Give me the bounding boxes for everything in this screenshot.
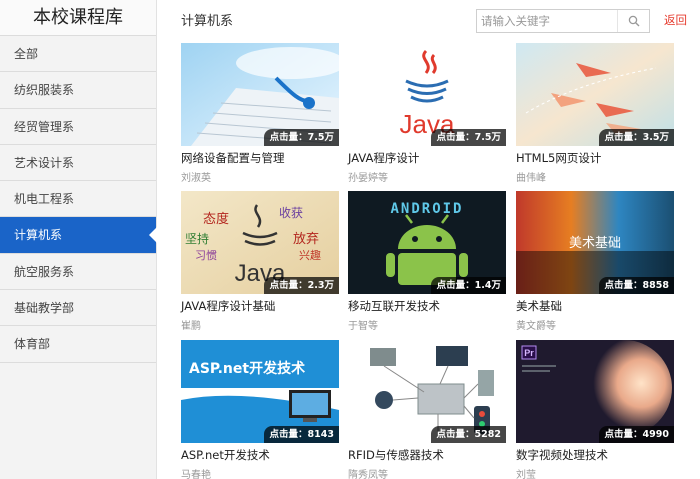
click-count: 点击量：5282: [430, 426, 506, 443]
course-thumbnail: 点击量：3.5万: [516, 43, 674, 146]
asp-banner-text: ASP.net开发技术: [189, 360, 305, 377]
page-title: 计算机系: [181, 14, 234, 29]
sidebar-item-all[interactable]: 全部: [0, 36, 156, 73]
course-card[interactable]: Pr 点击量：4990 数字视频处理技术 刘莹: [516, 340, 674, 479]
course-title[interactable]: 美术基础: [516, 298, 674, 314]
sidebar-item-economics[interactable]: 经贸管理系: [0, 109, 156, 145]
course-thumbnail: ANDROID 点击量：1.4万: [348, 191, 506, 294]
click-count: 点击量：7.5万: [263, 129, 339, 146]
java-word-1: 态度: [203, 211, 229, 227]
android-logo-text: ANDROID: [390, 201, 463, 217]
sidebar-item-sports[interactable]: 体育部: [0, 326, 156, 363]
course-author: 于智等: [348, 321, 378, 332]
course-author: 崔鹏: [181, 321, 201, 332]
sidebar-title: 本校课程库: [0, 0, 156, 36]
course-title[interactable]: HTML5网页设计: [516, 150, 674, 166]
course-thumbnail: Pr 点击量：4990: [516, 340, 674, 443]
course-thumbnail: 点击量：5282: [348, 340, 506, 443]
back-link[interactable]: 返回: [664, 12, 687, 28]
java-word-5: 习惯: [195, 248, 217, 262]
sidebar: 本校课程库 全部 纺织服装系 经贸管理系 艺术设计系 机电工程系 计算机系 航空…: [0, 0, 157, 479]
course-author: 孙晏婷等: [348, 173, 388, 184]
course-card[interactable]: 态度 收获 坚持 放弃 习惯 兴趣 Java 点击量：2.3万 JAVA程序设计…: [181, 191, 339, 332]
click-count: 点击量：2.3万: [263, 277, 339, 294]
course-card[interactable]: 点击量：3.5万 HTML5网页设计 曲伟峰: [516, 43, 674, 184]
sidebar-item-computer-science[interactable]: 计算机系: [0, 217, 157, 254]
course-title[interactable]: JAVA程序设计: [348, 150, 506, 166]
java-word-2: 收获: [279, 206, 303, 220]
course-thumbnail: 点击量：7.5万: [181, 43, 339, 146]
course-title[interactable]: JAVA程序设计基础: [181, 298, 339, 314]
course-thumbnail: Java 点击量：7.5万: [348, 43, 506, 146]
sidebar-item-basic-teaching[interactable]: 基础教学部: [0, 290, 156, 327]
click-count: 点击量：1.4万: [430, 277, 506, 294]
course-author: 刘淑英: [181, 173, 211, 184]
course-card[interactable]: ASP.net开发技术 点击量：8143 ASP.net开发技术 马春艳: [181, 340, 339, 479]
click-count: 点击量：7.5万: [430, 129, 506, 146]
sidebar-item-art-design[interactable]: 艺术设计系: [0, 145, 156, 182]
course-author: 马春艳: [181, 470, 211, 479]
course-title[interactable]: 移动互联开发技术: [348, 298, 506, 314]
click-count: 点击量：8858: [598, 277, 674, 294]
search-box: [476, 9, 650, 33]
course-thumbnail: ASP.net开发技术 点击量：8143: [181, 340, 339, 443]
course-thumbnail: 态度 收获 坚持 放弃 习惯 兴趣 Java 点击量：2.3万: [181, 191, 339, 294]
sidebar-item-textile[interactable]: 纺织服装系: [0, 72, 156, 109]
course-card[interactable]: Java 点击量：7.5万 JAVA程序设计 孙晏婷等: [348, 43, 506, 184]
java-word-6: 兴趣: [299, 248, 321, 262]
course-author: 隋秀凤等: [348, 470, 388, 479]
course-card[interactable]: 美术基础 点击量：8858 美术基础 黄文爵等: [516, 191, 674, 332]
click-count: 点击量：8143: [263, 426, 339, 443]
course-author: 黄文爵等: [516, 321, 556, 332]
search-icon: [628, 12, 640, 31]
course-card[interactable]: 点击量：7.5万 网络设备配置与管理 刘淑英: [181, 43, 339, 184]
search-button[interactable]: [617, 10, 649, 32]
course-card[interactable]: 点击量：5282 RFID与传感器技术 隋秀凤等: [348, 340, 506, 479]
sidebar-item-aviation[interactable]: 航空服务系: [0, 254, 156, 291]
java-word-4: 放弃: [293, 232, 319, 247]
click-count: 点击量：3.5万: [598, 129, 674, 146]
course-title[interactable]: 网络设备配置与管理: [181, 150, 339, 166]
sidebar-item-mechatronics[interactable]: 机电工程系: [0, 181, 156, 218]
search-input[interactable]: [477, 10, 617, 32]
course-thumbnail: 美术基础 点击量：8858: [516, 191, 674, 294]
java-word-3: 坚持: [185, 231, 209, 246]
course-author: 刘莹: [516, 470, 536, 479]
click-count: 点击量：4990: [598, 426, 674, 443]
course-title[interactable]: ASP.net开发技术: [181, 447, 339, 463]
course-card[interactable]: ANDROID 点击量：1.4万 移动互联开发技术 于智等: [348, 191, 506, 332]
course-title[interactable]: RFID与传感器技术: [348, 447, 506, 463]
art-logo-text: 美术基础: [569, 236, 621, 251]
course-author: 曲伟峰: [516, 173, 546, 184]
course-title[interactable]: 数字视频处理技术: [516, 447, 674, 463]
pr-badge-text: Pr: [524, 348, 534, 358]
